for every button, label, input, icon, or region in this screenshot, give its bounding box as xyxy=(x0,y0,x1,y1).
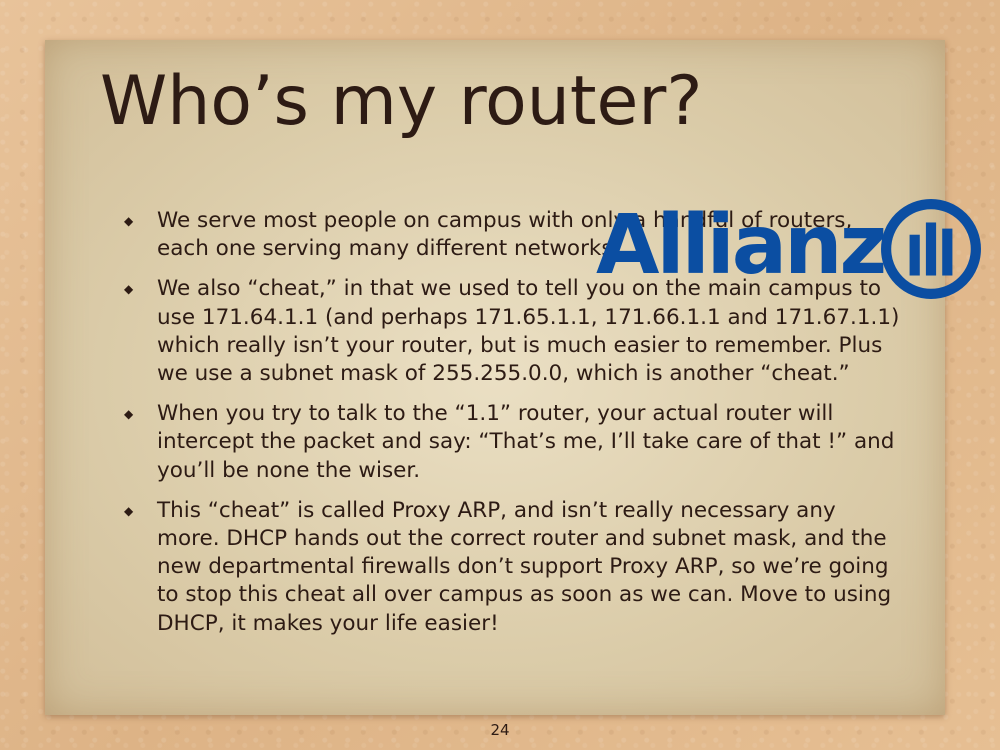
bullet-text: When you try to talk to the “1.1” router… xyxy=(157,401,895,483)
page-number: 24 xyxy=(490,721,510,739)
logo-wordmark: Allianz xyxy=(596,198,887,293)
bullet-item: ◆ When you try to talk to the “1.1” rout… xyxy=(124,400,904,485)
allianz-logo-icon xyxy=(881,199,981,299)
slide-title: Who’s my router? xyxy=(100,62,703,141)
bullet-text: This “cheat” is called Proxy ARP, and is… xyxy=(157,497,892,636)
bullet-icon: ◆ xyxy=(124,214,134,228)
bullet-icon: ◆ xyxy=(124,282,134,297)
bullet-icon: ◆ xyxy=(124,407,134,422)
bullet-icon: ◆ xyxy=(124,503,134,518)
bullet-item: ◆ This “cheat” is called Proxy ARP, and … xyxy=(124,497,904,638)
allianz-logo: Allianz xyxy=(596,196,986,302)
